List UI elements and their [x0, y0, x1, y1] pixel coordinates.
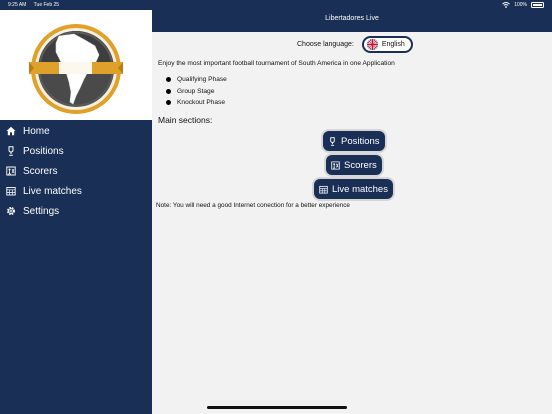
trophy-icon	[330, 136, 335, 146]
intro-text: Enjoy the most important football tourna…	[158, 60, 395, 67]
main-content: Choose language: English Enjoy the most …	[152, 32, 552, 414]
home-indicator[interactable]	[207, 406, 347, 409]
sidebar-item-label: Settings	[23, 205, 60, 217]
sidebar-item-label: Positions	[23, 145, 64, 157]
page-title: Libertadores Live	[325, 15, 379, 22]
battery-icon	[531, 2, 544, 8]
sidebar: 9:25 AM Tue Feb 25 Home Positions Scorer…	[0, 0, 152, 414]
calendar-icon	[319, 185, 328, 194]
calendar-icon	[6, 187, 16, 196]
button-label: Live matches	[332, 183, 388, 195]
status-bar-left: 9:25 AM Tue Feb 25	[8, 2, 65, 8]
live-matches-button[interactable]: Live matches	[314, 179, 393, 199]
scorers-icon	[6, 166, 16, 176]
language-row: Choose language: English	[297, 36, 413, 53]
status-time: 9:25 AM	[8, 2, 27, 8]
list-item: Knockout Phase	[166, 97, 227, 109]
sidebar-item-live-matches[interactable]: Live matches	[0, 181, 152, 201]
sidebar-item-label: Scorers	[23, 165, 58, 177]
gear-icon	[6, 206, 16, 216]
scorers-button[interactable]: Scorers	[326, 155, 382, 175]
sidebar-item-settings[interactable]: Settings	[0, 201, 152, 221]
positions-button[interactable]: Positions	[323, 131, 385, 151]
sidebar-item-scorers[interactable]: Scorers	[0, 161, 152, 181]
list-item: Qualifying Phase	[166, 74, 227, 86]
scorers-icon	[331, 160, 340, 170]
language-button[interactable]: English	[361, 36, 413, 53]
language-label: Choose language:	[297, 41, 354, 48]
header-bar: 100% Libertadores Live	[152, 0, 552, 32]
sidebar-item-label: Home	[23, 125, 50, 137]
status-bar-right: 100%	[502, 2, 544, 8]
button-label: Scorers	[344, 159, 377, 171]
sidebar-item-label: Live matches	[23, 185, 82, 197]
sections-heading: Main sections:	[158, 115, 213, 125]
button-label: Positions	[341, 135, 380, 147]
home-icon	[6, 126, 16, 136]
battery-percent: 100%	[514, 2, 527, 8]
sidebar-item-positions[interactable]: Positions	[0, 141, 152, 161]
connection-note: Note: You will need a good Internet cone…	[156, 202, 350, 209]
list-item: Group Stage	[166, 86, 227, 98]
status-date: Tue Feb 25	[33, 2, 60, 8]
phase-list: Qualifying Phase Group Stage Knockout Ph…	[166, 74, 227, 109]
sidebar-nav: Home Positions Scorers Live matches Sett…	[0, 121, 152, 221]
logo-area	[0, 10, 152, 120]
trophy-icon	[8, 146, 14, 156]
sidebar-item-home[interactable]: Home	[0, 121, 152, 141]
language-value: English	[381, 41, 405, 48]
wifi-icon	[502, 2, 510, 8]
uk-flag-icon	[366, 39, 378, 50]
app-logo	[29, 24, 123, 114]
